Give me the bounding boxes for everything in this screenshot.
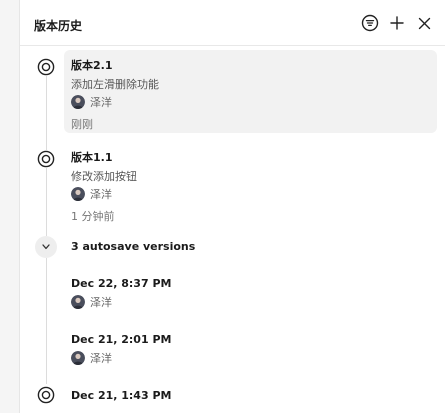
version-node-icon bbox=[37, 58, 55, 76]
autosave-date: Dec 22, 8:37 PM bbox=[71, 277, 172, 290]
close-icon bbox=[418, 17, 430, 29]
version-author: 泽洋 bbox=[71, 351, 112, 365]
left-edge-strip bbox=[0, 0, 20, 413]
author-name: 泽洋 bbox=[90, 352, 112, 365]
autosave-date: Dec 21, 2:01 PM bbox=[71, 333, 172, 346]
author-name: 泽洋 bbox=[90, 96, 112, 109]
panel-header: 版本历史 bbox=[20, 0, 445, 46]
autosave-version-item[interactable]: Dec 21, 2:01 PM 泽洋 bbox=[64, 333, 437, 379]
author-name: 泽洋 bbox=[90, 296, 112, 309]
timeline-connector bbox=[46, 76, 47, 150]
author-name: 泽洋 bbox=[90, 188, 112, 201]
avatar bbox=[71, 95, 85, 109]
timeline-connector bbox=[46, 258, 47, 384]
version-card[interactable]: Dec 21, 1:43 PM bbox=[64, 382, 437, 413]
avatar bbox=[71, 187, 85, 201]
version-title: 版本2.1 bbox=[71, 59, 113, 72]
autosave-collapse-toggle[interactable] bbox=[35, 236, 57, 258]
version-card[interactable]: 版本1.1 修改添加按钮 泽洋 1 分钟前 bbox=[64, 142, 437, 225]
version-description: 修改添加按钮 bbox=[71, 170, 137, 183]
filter-icon bbox=[361, 14, 379, 32]
autosave-version-item[interactable]: Dec 22, 8:37 PM 泽洋 bbox=[64, 277, 437, 323]
version-date: Dec 21, 1:43 PM bbox=[71, 389, 172, 402]
panel-title: 版本历史 bbox=[34, 19, 83, 33]
autosave-group-label[interactable]: 3 autosave versions bbox=[71, 240, 195, 253]
version-title: 版本1.1 bbox=[71, 151, 113, 164]
version-time: 1 分钟前 bbox=[71, 210, 115, 223]
version-node-icon bbox=[37, 150, 55, 168]
version-time: 刚刚 bbox=[71, 118, 93, 131]
close-button[interactable] bbox=[413, 12, 435, 34]
version-author: 泽洋 bbox=[71, 95, 112, 109]
version-author: 泽洋 bbox=[71, 295, 112, 309]
version-node-icon bbox=[37, 386, 55, 404]
version-card[interactable]: 版本2.1 添加左滑删除功能 泽洋 刚刚 bbox=[64, 50, 437, 133]
version-history-panel: 版本历史 版本2.1 添加左滑删除功能 泽洋 刚刚 版本1.1 修改添加按钮 泽… bbox=[20, 0, 445, 413]
version-author: 泽洋 bbox=[71, 187, 112, 201]
timeline-connector bbox=[46, 168, 47, 236]
plus-icon bbox=[390, 16, 404, 30]
avatar bbox=[71, 295, 85, 309]
add-version-button[interactable] bbox=[386, 12, 408, 34]
chevron-down-icon bbox=[42, 244, 50, 250]
version-description: 添加左滑删除功能 bbox=[71, 78, 159, 91]
filter-button[interactable] bbox=[359, 12, 381, 34]
avatar bbox=[71, 351, 85, 365]
